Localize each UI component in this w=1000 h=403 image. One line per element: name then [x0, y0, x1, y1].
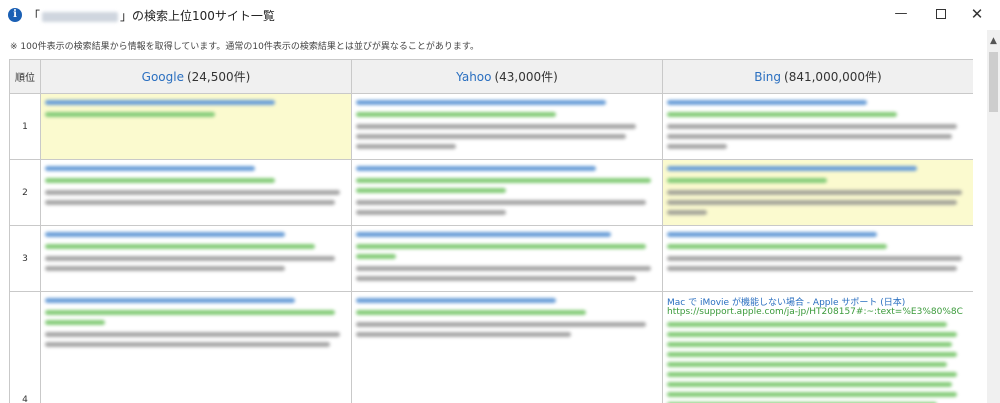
- yahoo-count: (43,000件): [494, 70, 558, 84]
- yahoo-name: Yahoo: [456, 69, 492, 84]
- yahoo-header: Yahoo (43,000件): [352, 60, 663, 94]
- google-result-2[interactable]: [41, 160, 352, 226]
- maximize-icon: [936, 8, 946, 19]
- scroll-thumb[interactable]: [989, 52, 998, 112]
- results-table: 順位 Google (24,500件) Yahoo (43,000件) Bing (8…: [9, 59, 973, 403]
- bing-result-2[interactable]: [663, 160, 973, 226]
- close-button[interactable]: ✕: [954, 0, 1000, 30]
- info-icon: i: [8, 8, 22, 22]
- google-result-1[interactable]: [41, 94, 352, 160]
- window-title-suffix: 」の検索上位100サイト一覧: [120, 9, 275, 23]
- bing-result-3[interactable]: [663, 226, 973, 292]
- bing-count: (841,000,000件): [784, 70, 882, 84]
- bing-header: Bing (841,000,000件): [663, 60, 973, 94]
- google-header: Google (24,500件): [41, 60, 352, 94]
- info-note: ※ 100件表示の検索結果から情報を取得しています。通常の10件表示の検索結果と…: [10, 42, 479, 52]
- rank-cell: 3: [10, 226, 41, 292]
- bing-name: Bing: [754, 69, 782, 84]
- yahoo-result-1[interactable]: [352, 94, 663, 160]
- rank-cell: 4: [10, 292, 41, 403]
- google-result-4[interactable]: [41, 292, 352, 403]
- scroll-up-icon[interactable]: ▲: [987, 34, 1000, 48]
- bing-result-4-url[interactable]: https://support.apple.com/ja-jp/HT208157…: [667, 307, 963, 317]
- rank-cell: 1: [10, 94, 41, 160]
- google-name: Google: [141, 69, 184, 84]
- yahoo-result-2[interactable]: [352, 160, 663, 226]
- window-title: 「 」の検索上位100サイト一覧: [28, 7, 275, 24]
- google-result-3[interactable]: [41, 226, 352, 292]
- window-title-prefix: 「: [28, 9, 41, 23]
- blurred-keyword: [42, 11, 119, 22]
- title-bar: i 「」の検索上位100サイト一覧 — ✕: [0, 0, 1000, 30]
- google-count: (24,500件): [186, 70, 251, 84]
- bing-result-1[interactable]: [663, 94, 973, 160]
- bing-result-4[interactable]: Mac で iMovie が機能しない場合 - Apple サポート (日本) …: [663, 292, 973, 403]
- rank-header: 順位: [10, 60, 41, 94]
- rank-cell: 2: [10, 160, 41, 226]
- yahoo-result-4[interactable]: [352, 292, 663, 403]
- yahoo-result-3[interactable]: [352, 226, 663, 292]
- vertical-scrollbar[interactable]: ▲: [987, 30, 1000, 403]
